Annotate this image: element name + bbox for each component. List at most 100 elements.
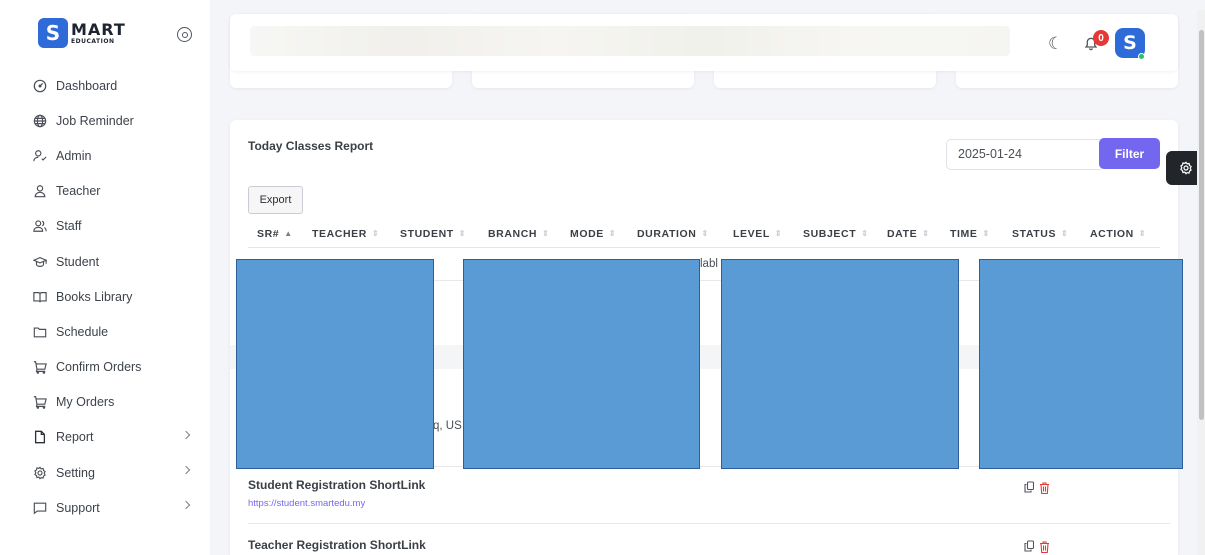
app-root: S MART EDUCATION Dashboard Job Reminder … xyxy=(0,0,1205,555)
sidebar-item-student[interactable]: Student xyxy=(0,244,210,279)
logo-mark: S xyxy=(38,18,68,48)
sort-icon: ⇕ xyxy=(371,229,380,238)
brand-logo[interactable]: S MART EDUCATION xyxy=(38,18,126,48)
sort-icon: ⇕ xyxy=(1061,229,1069,238)
sidebar-item-schedule[interactable]: Schedule xyxy=(0,314,210,349)
globe-icon xyxy=(33,114,47,128)
column-header-status[interactable]: STATUS ⇕ xyxy=(1012,228,1068,240)
panel-title: Today Classes Report xyxy=(248,139,374,153)
cart-icon xyxy=(33,395,47,410)
sort-icon: ⇕ xyxy=(1138,229,1147,238)
column-header-mode[interactable]: MODE ⇕ xyxy=(570,228,616,240)
export-button[interactable]: Export xyxy=(248,186,303,214)
dashboard-icon xyxy=(33,79,47,93)
column-label: MODE xyxy=(570,228,604,240)
user-icon xyxy=(33,184,47,198)
column-header-subject[interactable]: SUBJECT ⇕ xyxy=(803,228,869,240)
copy-icon[interactable] xyxy=(1024,540,1034,552)
sidebar-item-confirm-orders[interactable]: Confirm Orders xyxy=(0,350,210,385)
sort-icon: ⇕ xyxy=(774,229,783,238)
sidebar-item-job-reminder[interactable]: Job Reminder xyxy=(0,103,210,138)
user-check-icon xyxy=(33,149,47,163)
column-label: STATUS xyxy=(1012,228,1057,240)
redacted-region xyxy=(236,259,434,469)
date-filter-input[interactable]: 2025-01-24 xyxy=(946,139,1104,170)
message-icon xyxy=(33,501,47,515)
gear-icon xyxy=(33,466,47,480)
sort-icon: ⇕ xyxy=(542,229,550,238)
online-status-dot xyxy=(1138,53,1145,60)
graduation-cap-icon xyxy=(33,255,47,269)
sidebar-nav: Dashboard Job Reminder Admin Teacher Sta… xyxy=(0,68,210,525)
copy-icon[interactable] xyxy=(1024,481,1034,493)
sidebar-item-label: Books Library xyxy=(56,289,133,304)
column-header-sr[interactable]: SR# ▲ xyxy=(257,228,293,240)
sort-icon: ⇕ xyxy=(922,229,930,238)
file-icon xyxy=(33,430,47,444)
sidebar-item-staff[interactable]: Staff xyxy=(0,209,210,244)
sidebar-item-books-library[interactable]: Books Library xyxy=(0,279,210,314)
column-header-teacher[interactable]: TEACHER ⇕ xyxy=(312,228,379,240)
sidebar-item-support[interactable]: Support xyxy=(0,490,210,525)
column-label: ACTION xyxy=(1090,228,1134,240)
sidebar-item-label: Job Reminder xyxy=(56,113,134,128)
sidebar-item-label: My Orders xyxy=(56,395,115,410)
sidebar: S MART EDUCATION Dashboard Job Reminder … xyxy=(0,0,210,555)
column-label: LEVEL xyxy=(733,228,770,240)
sidebar-item-label: Confirm Orders xyxy=(56,360,142,375)
column-label: TIME xyxy=(950,228,978,240)
sidebar-item-label: Teacher xyxy=(56,184,101,199)
column-label: BRANCH xyxy=(488,228,538,240)
chevron-right-icon xyxy=(181,465,191,475)
table-header: SR# ▲ TEACHER ⇕ STUDENT ⇕ BRANCH ⇕ MODE ⇕ DUR… xyxy=(248,220,1160,248)
column-header-level[interactable]: LEVEL ⇕ xyxy=(733,228,782,240)
sidebar-toggle-icon[interactable] xyxy=(177,27,192,42)
column-header-date[interactable]: DATE ⇕ xyxy=(887,228,930,240)
filter-button[interactable]: Filter xyxy=(1099,138,1160,169)
redacted-region xyxy=(721,259,959,469)
column-header-branch[interactable]: BRANCH ⇕ xyxy=(488,228,549,240)
notification-badge: 0 xyxy=(1093,30,1109,46)
sidebar-item-admin[interactable]: Admin xyxy=(0,138,210,173)
sidebar-item-my-orders[interactable]: My Orders xyxy=(0,385,210,420)
sort-asc-icon: ▲ xyxy=(284,229,293,238)
sidebar-item-report[interactable]: Report xyxy=(0,420,210,455)
sort-icon: ⇕ xyxy=(701,229,709,238)
redacted-region xyxy=(979,259,1183,469)
column-header-time[interactable]: TIME ⇕ xyxy=(950,228,990,240)
column-header-action[interactable]: ACTION ⇕ xyxy=(1090,228,1146,240)
row-divider xyxy=(248,523,1170,524)
delete-icon[interactable] xyxy=(1039,482,1050,494)
delete-icon[interactable] xyxy=(1039,541,1050,553)
sidebar-item-label: Student xyxy=(56,254,100,269)
teacher-shortlink-title: Teacher Registration ShortLink xyxy=(248,538,426,552)
sidebar-item-dashboard[interactable]: Dashboard xyxy=(0,68,210,103)
brand-tagline: EDUCATION xyxy=(71,37,115,45)
sort-icon: ⇕ xyxy=(608,229,617,238)
logo-text: MART EDUCATION xyxy=(71,21,126,45)
column-label: DATE xyxy=(887,228,918,240)
top-navbar xyxy=(230,14,1178,71)
scrollbar-thumb[interactable] xyxy=(1199,30,1204,420)
dark-mode-toggle-icon[interactable]: ☾ xyxy=(1048,34,1063,54)
address-text: q, US xyxy=(433,420,462,432)
sidebar-item-label: Dashboard xyxy=(56,78,118,93)
cart-icon xyxy=(33,360,47,374)
blurred-content xyxy=(250,26,1010,56)
column-header-student[interactable]: STUDENT ⇕ xyxy=(400,228,466,240)
student-shortlink-url[interactable]: https://student.smartedu.my xyxy=(248,498,365,509)
sort-icon: ⇕ xyxy=(458,229,467,238)
column-label: STUDENT xyxy=(400,228,454,240)
chevron-right-icon xyxy=(181,501,191,510)
sidebar-item-setting[interactable]: Setting xyxy=(0,455,210,490)
sidebar-item-label: Staff xyxy=(56,219,82,234)
sidebar-item-label: Setting xyxy=(56,465,95,480)
sidebar-item-label: Admin xyxy=(56,148,92,163)
sidebar-item-teacher[interactable]: Teacher xyxy=(0,174,210,209)
book-open-icon xyxy=(33,290,47,304)
chevron-right-icon xyxy=(181,430,191,440)
column-header-duration[interactable]: DURATION ⇕ xyxy=(637,228,709,240)
student-shortlink-title: Student Registration ShortLink xyxy=(248,478,426,492)
column-label: SUBJECT xyxy=(803,228,857,240)
sidebar-item-label: Report xyxy=(56,430,94,445)
